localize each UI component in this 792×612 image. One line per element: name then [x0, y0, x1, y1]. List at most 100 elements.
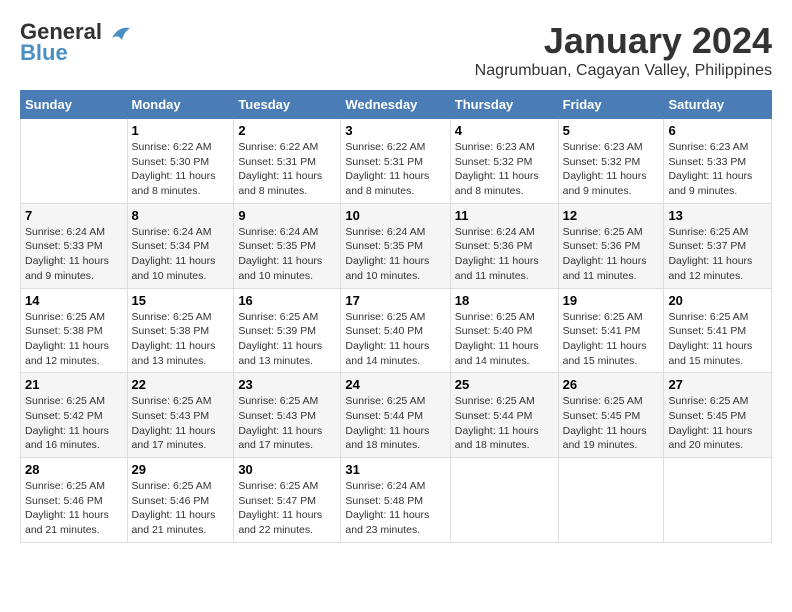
table-row: 11 Sunrise: 6:24 AMSunset: 5:36 PMDaylig…: [450, 203, 558, 288]
day-number: 5: [563, 123, 660, 138]
day-number: 7: [25, 208, 123, 223]
day-info: Sunrise: 6:25 AMSunset: 5:44 PMDaylight:…: [345, 394, 445, 453]
day-info: Sunrise: 6:25 AMSunset: 5:46 PMDaylight:…: [132, 479, 230, 538]
col-friday: Friday: [558, 91, 664, 119]
logo-bird-icon: [110, 24, 132, 42]
table-row: 4 Sunrise: 6:23 AMSunset: 5:32 PMDayligh…: [450, 119, 558, 204]
table-row: 12 Sunrise: 6:25 AMSunset: 5:36 PMDaylig…: [558, 203, 664, 288]
table-row: 28 Sunrise: 6:25 AMSunset: 5:46 PMDaylig…: [21, 458, 128, 543]
table-row: 25 Sunrise: 6:25 AMSunset: 5:44 PMDaylig…: [450, 373, 558, 458]
day-number: 1: [132, 123, 230, 138]
day-number: 23: [238, 377, 336, 392]
day-info: Sunrise: 6:25 AMSunset: 5:46 PMDaylight:…: [25, 479, 123, 538]
table-row: [664, 458, 772, 543]
calendar-week-row: 28 Sunrise: 6:25 AMSunset: 5:46 PMDaylig…: [21, 458, 772, 543]
table-row: 9 Sunrise: 6:24 AMSunset: 5:35 PMDayligh…: [234, 203, 341, 288]
day-number: 19: [563, 293, 660, 308]
day-info: Sunrise: 6:25 AMSunset: 5:44 PMDaylight:…: [455, 394, 554, 453]
day-number: 15: [132, 293, 230, 308]
calendar-table: Sunday Monday Tuesday Wednesday Thursday…: [20, 90, 772, 543]
logo: General Blue: [20, 20, 132, 66]
day-info: Sunrise: 6:25 AMSunset: 5:42 PMDaylight:…: [25, 394, 123, 453]
col-thursday: Thursday: [450, 91, 558, 119]
day-number: 24: [345, 377, 445, 392]
table-row: 27 Sunrise: 6:25 AMSunset: 5:45 PMDaylig…: [664, 373, 772, 458]
day-number: 27: [668, 377, 767, 392]
day-number: 11: [455, 208, 554, 223]
table-row: 21 Sunrise: 6:25 AMSunset: 5:42 PMDaylig…: [21, 373, 128, 458]
table-row: [21, 119, 128, 204]
table-row: 31 Sunrise: 6:24 AMSunset: 5:48 PMDaylig…: [341, 458, 450, 543]
table-row: 29 Sunrise: 6:25 AMSunset: 5:46 PMDaylig…: [127, 458, 234, 543]
day-info: Sunrise: 6:25 AMSunset: 5:43 PMDaylight:…: [238, 394, 336, 453]
day-info: Sunrise: 6:25 AMSunset: 5:41 PMDaylight:…: [668, 310, 767, 369]
day-info: Sunrise: 6:25 AMSunset: 5:43 PMDaylight:…: [132, 394, 230, 453]
table-row: 14 Sunrise: 6:25 AMSunset: 5:38 PMDaylig…: [21, 288, 128, 373]
day-info: Sunrise: 6:25 AMSunset: 5:40 PMDaylight:…: [345, 310, 445, 369]
day-number: 16: [238, 293, 336, 308]
day-info: Sunrise: 6:22 AMSunset: 5:31 PMDaylight:…: [345, 140, 445, 199]
table-row: 16 Sunrise: 6:25 AMSunset: 5:39 PMDaylig…: [234, 288, 341, 373]
table-row: 19 Sunrise: 6:25 AMSunset: 5:41 PMDaylig…: [558, 288, 664, 373]
table-row: 18 Sunrise: 6:25 AMSunset: 5:40 PMDaylig…: [450, 288, 558, 373]
day-info: Sunrise: 6:24 AMSunset: 5:33 PMDaylight:…: [25, 225, 123, 284]
table-row: 30 Sunrise: 6:25 AMSunset: 5:47 PMDaylig…: [234, 458, 341, 543]
day-number: 30: [238, 462, 336, 477]
table-row: 3 Sunrise: 6:22 AMSunset: 5:31 PMDayligh…: [341, 119, 450, 204]
day-number: 28: [25, 462, 123, 477]
table-row: [450, 458, 558, 543]
day-number: 3: [345, 123, 445, 138]
day-info: Sunrise: 6:25 AMSunset: 5:40 PMDaylight:…: [455, 310, 554, 369]
table-row: 7 Sunrise: 6:24 AMSunset: 5:33 PMDayligh…: [21, 203, 128, 288]
day-info: Sunrise: 6:25 AMSunset: 5:38 PMDaylight:…: [25, 310, 123, 369]
calendar-week-row: 1 Sunrise: 6:22 AMSunset: 5:30 PMDayligh…: [21, 119, 772, 204]
table-row: 23 Sunrise: 6:25 AMSunset: 5:43 PMDaylig…: [234, 373, 341, 458]
day-info: Sunrise: 6:23 AMSunset: 5:32 PMDaylight:…: [455, 140, 554, 199]
day-number: 20: [668, 293, 767, 308]
day-info: Sunrise: 6:25 AMSunset: 5:41 PMDaylight:…: [563, 310, 660, 369]
location-title: Nagrumbuan, Cagayan Valley, Philippines: [475, 62, 772, 80]
day-number: 18: [455, 293, 554, 308]
day-number: 31: [345, 462, 445, 477]
month-title: January 2024: [475, 20, 772, 62]
table-row: 2 Sunrise: 6:22 AMSunset: 5:31 PMDayligh…: [234, 119, 341, 204]
day-number: 4: [455, 123, 554, 138]
col-sunday: Sunday: [21, 91, 128, 119]
day-info: Sunrise: 6:22 AMSunset: 5:30 PMDaylight:…: [132, 140, 230, 199]
table-row: 26 Sunrise: 6:25 AMSunset: 5:45 PMDaylig…: [558, 373, 664, 458]
table-row: 17 Sunrise: 6:25 AMSunset: 5:40 PMDaylig…: [341, 288, 450, 373]
day-info: Sunrise: 6:24 AMSunset: 5:34 PMDaylight:…: [132, 225, 230, 284]
table-row: 15 Sunrise: 6:25 AMSunset: 5:38 PMDaylig…: [127, 288, 234, 373]
day-info: Sunrise: 6:25 AMSunset: 5:39 PMDaylight:…: [238, 310, 336, 369]
logo-blue: Blue: [20, 40, 68, 65]
day-info: Sunrise: 6:25 AMSunset: 5:47 PMDaylight:…: [238, 479, 336, 538]
day-number: 13: [668, 208, 767, 223]
day-number: 17: [345, 293, 445, 308]
day-info: Sunrise: 6:25 AMSunset: 5:37 PMDaylight:…: [668, 225, 767, 284]
calendar-week-row: 14 Sunrise: 6:25 AMSunset: 5:38 PMDaylig…: [21, 288, 772, 373]
day-number: 29: [132, 462, 230, 477]
day-info: Sunrise: 6:25 AMSunset: 5:45 PMDaylight:…: [563, 394, 660, 453]
calendar-header-row: Sunday Monday Tuesday Wednesday Thursday…: [21, 91, 772, 119]
day-number: 25: [455, 377, 554, 392]
table-row: 22 Sunrise: 6:25 AMSunset: 5:43 PMDaylig…: [127, 373, 234, 458]
table-row: 20 Sunrise: 6:25 AMSunset: 5:41 PMDaylig…: [664, 288, 772, 373]
table-row: 8 Sunrise: 6:24 AMSunset: 5:34 PMDayligh…: [127, 203, 234, 288]
day-info: Sunrise: 6:25 AMSunset: 5:45 PMDaylight:…: [668, 394, 767, 453]
day-number: 12: [563, 208, 660, 223]
day-number: 6: [668, 123, 767, 138]
day-info: Sunrise: 6:25 AMSunset: 5:38 PMDaylight:…: [132, 310, 230, 369]
day-info: Sunrise: 6:22 AMSunset: 5:31 PMDaylight:…: [238, 140, 336, 199]
day-info: Sunrise: 6:25 AMSunset: 5:36 PMDaylight:…: [563, 225, 660, 284]
table-row: 13 Sunrise: 6:25 AMSunset: 5:37 PMDaylig…: [664, 203, 772, 288]
day-number: 22: [132, 377, 230, 392]
table-row: 5 Sunrise: 6:23 AMSunset: 5:32 PMDayligh…: [558, 119, 664, 204]
calendar-week-row: 7 Sunrise: 6:24 AMSunset: 5:33 PMDayligh…: [21, 203, 772, 288]
day-number: 8: [132, 208, 230, 223]
day-info: Sunrise: 6:24 AMSunset: 5:48 PMDaylight:…: [345, 479, 445, 538]
col-tuesday: Tuesday: [234, 91, 341, 119]
col-wednesday: Wednesday: [341, 91, 450, 119]
day-info: Sunrise: 6:24 AMSunset: 5:36 PMDaylight:…: [455, 225, 554, 284]
day-number: 14: [25, 293, 123, 308]
table-row: [558, 458, 664, 543]
